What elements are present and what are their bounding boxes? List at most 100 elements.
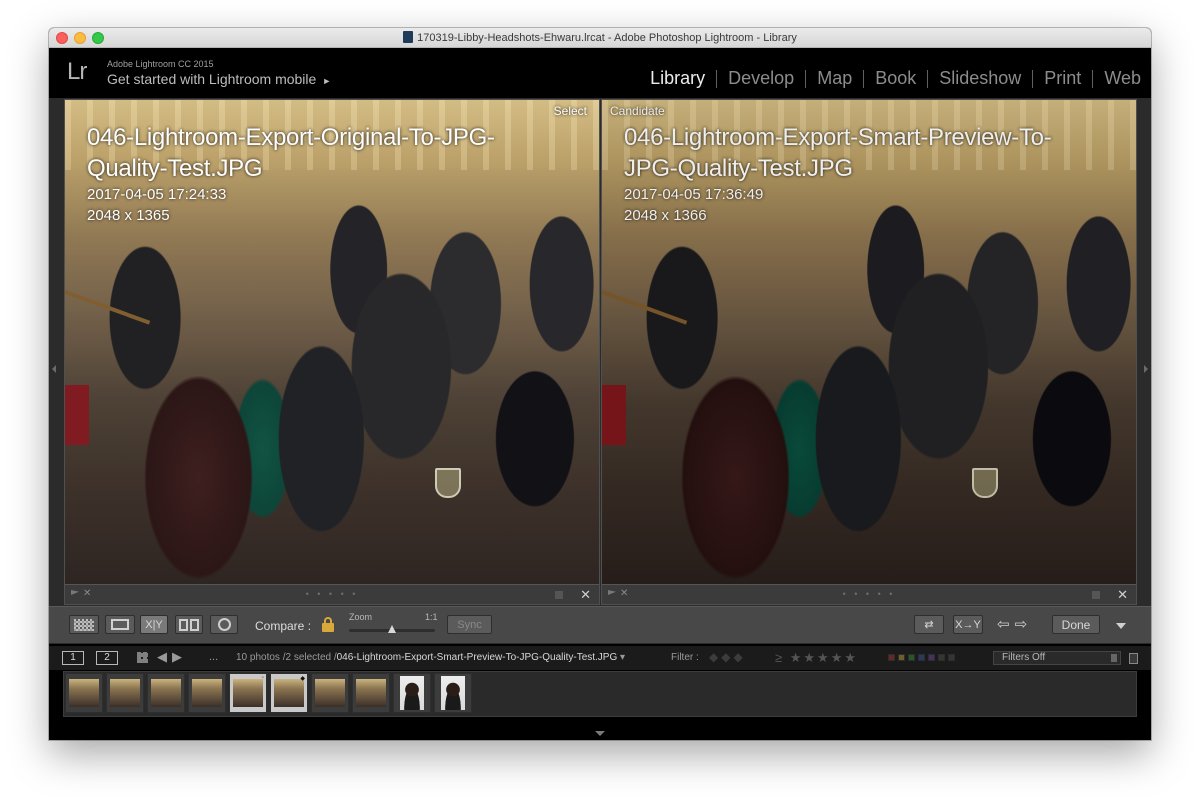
color-label-icon[interactable] [555, 591, 563, 599]
select-photo[interactable]: 046-Lightroom-Export-Original-To-JPG-Qua… [65, 100, 599, 584]
filmstrip-thumbnail[interactable] [147, 673, 185, 713]
photo-wine-glass [972, 468, 998, 498]
color-label-swatch[interactable] [928, 654, 935, 661]
title-bar: 170319-Libby-Headshots-Ehwaru.lrcat - Ad… [49, 28, 1151, 48]
back-forward-arrows-icon[interactable]: ◀▶ [157, 649, 187, 665]
face-icon [217, 618, 231, 631]
select-dimensions: 2048 x 1365 [87, 207, 170, 224]
window-title-container: 170319-Libby-Headshots-Ehwaru.lrcat - Ad… [49, 31, 1151, 44]
filmstrip-thumbnail[interactable] [352, 673, 390, 713]
select-label: Select [553, 104, 587, 118]
toolbar-menu-chevron-down-icon[interactable] [1116, 623, 1126, 629]
candidate-label: Candidate [610, 104, 665, 118]
module-slideshow[interactable]: Slideshow [928, 68, 1032, 89]
photo-red-object [602, 385, 626, 445]
filmstrip-thumbnail[interactable] [65, 673, 103, 713]
candidate-pane-bar: ✕ • • • • • ✕ [602, 584, 1136, 604]
filmstrip-thumbnail[interactable] [188, 673, 226, 713]
bottom-panel-toggle-icon[interactable] [595, 731, 605, 736]
thumbnail-image [110, 679, 140, 707]
module-book[interactable]: Book [864, 68, 927, 89]
play-arrow-icon: ► [322, 76, 332, 86]
module-develop[interactable]: Develop [717, 68, 805, 89]
filmstrip-thumbnail[interactable] [393, 673, 431, 713]
source-ellipsis[interactable]: ... [209, 651, 218, 663]
select-pane-bar: ✕ • • • • • ✕ [65, 584, 599, 604]
color-label-swatch[interactable] [948, 654, 955, 661]
candidate-pane[interactable]: 046-Lightroom-Export-Smart-Preview-To-JP… [601, 99, 1137, 605]
compare-view: 046-Lightroom-Export-Original-To-JPG-Qua… [49, 98, 1151, 612]
thumbnail-image [315, 679, 345, 707]
grid-view-button[interactable] [69, 615, 99, 634]
toolbar: X|Y Compare : Zoom 1:1 Sync ⇄ X→Y ⇦⇨ Don… [49, 606, 1151, 644]
prev-next-arrows-icon[interactable]: ⇦⇨ [997, 615, 1032, 633]
thumbnail-image [441, 676, 465, 710]
candidate-photo[interactable]: 046-Lightroom-Export-Smart-Preview-To-JP… [602, 100, 1136, 584]
filmstrip-source-info[interactable]: 10 photos /2 selected /046-Lightroom-Exp… [236, 652, 625, 663]
compare-label: Compare : [255, 619, 312, 633]
mobile-promo-link[interactable]: Get started with Lightroom mobile ► [107, 71, 331, 87]
filmstrip-header: 1 2 ◀▶ ... 10 photos /2 selected /046-Li… [49, 646, 1151, 670]
module-library[interactable]: Library [639, 68, 716, 89]
swap-button[interactable]: ⇄ [914, 615, 944, 634]
make-select-button[interactable]: X→Y [953, 615, 983, 634]
grid-icon[interactable] [137, 652, 148, 663]
candidate-filename: 046-Lightroom-Export-Smart-Preview-To-JP… [624, 124, 1052, 182]
thumbnail-image [400, 676, 424, 710]
lightroom-logo: Lr [67, 58, 87, 85]
filmstrip[interactable]: ◦ ◆ [63, 671, 1137, 717]
filmstrip-thumbnail[interactable] [106, 673, 144, 713]
filmstrip-thumbnail[interactable] [311, 673, 349, 713]
mobile-promo-text: Get started with Lightroom mobile [107, 71, 317, 87]
filmstrip-thumbnail[interactable]: ◦ [229, 673, 267, 713]
select-pane[interactable]: 046-Lightroom-Export-Original-To-JPG-Qua… [64, 99, 600, 605]
people-view-button[interactable] [210, 615, 238, 634]
rating-dots[interactable]: • • • • • [65, 589, 599, 599]
done-label: Done [1061, 617, 1091, 632]
loupe-view-button[interactable] [105, 615, 135, 634]
survey-icon [179, 618, 199, 631]
module-map[interactable]: Map [806, 68, 863, 89]
rating-filter-stars[interactable]: ≥ ★★★★★ [775, 650, 858, 666]
compare-view-button[interactable]: X|Y [140, 615, 168, 634]
color-label-swatch[interactable] [898, 654, 905, 661]
window-title: 170319-Libby-Headshots-Ehwaru.lrcat - Ad… [417, 32, 797, 44]
sync-button[interactable]: Sync [447, 615, 492, 634]
photo-red-object [65, 385, 89, 445]
flag-filter-icons[interactable]: ◆◆◆ [709, 650, 746, 664]
survey-view-button[interactable] [175, 615, 203, 634]
module-print[interactable]: Print [1033, 68, 1092, 89]
thumbnail-badge-icon: ◆ [300, 676, 305, 682]
color-label-swatch[interactable] [938, 654, 945, 661]
right-panel-toggle-icon[interactable] [1144, 365, 1148, 373]
close-candidate-icon[interactable]: ✕ [1117, 587, 1128, 603]
color-label-filter[interactable] [888, 654, 955, 661]
color-label-swatch[interactable] [918, 654, 925, 661]
color-label-icon[interactable] [1092, 591, 1100, 599]
done-button[interactable]: Done [1052, 615, 1100, 634]
main-window-button[interactable]: 1 [62, 651, 84, 665]
filmstrip-thumbnail[interactable]: ◆ [270, 673, 308, 713]
candidate-capture-date: 2017-04-05 17:36:49 [624, 186, 764, 203]
select-filename: 046-Lightroom-Export-Original-To-JPG-Qua… [87, 124, 495, 182]
color-label-swatch[interactable] [888, 654, 895, 661]
module-web[interactable]: Web [1093, 68, 1141, 89]
module-picker: Library Develop Map Book Slideshow Print… [639, 68, 1141, 89]
thumbnail-image [233, 679, 263, 707]
left-panel-toggle-icon[interactable] [52, 365, 56, 373]
filter-lock-switch[interactable] [1129, 653, 1138, 664]
filter-label: Filter : [671, 652, 699, 663]
loupe-icon [111, 619, 129, 630]
filmstrip-thumbnail[interactable] [434, 673, 472, 713]
color-label-swatch[interactable] [908, 654, 915, 661]
zoom-slider-thumb[interactable] [388, 625, 396, 633]
rating-dots[interactable]: • • • • • [602, 589, 1136, 599]
filter-preset-select[interactable]: Filters Off [993, 651, 1121, 665]
close-select-icon[interactable]: ✕ [580, 587, 591, 603]
chevron-down-icon: ▾ [620, 652, 626, 663]
lock-icon[interactable] [322, 617, 334, 632]
select-arrows-icon [1111, 654, 1117, 662]
identity-plate: Lr Adobe Lightroom CC 2015 Get started w… [49, 48, 1151, 98]
thumbnail-image [192, 679, 222, 707]
secondary-window-button[interactable]: 2 [96, 651, 118, 665]
